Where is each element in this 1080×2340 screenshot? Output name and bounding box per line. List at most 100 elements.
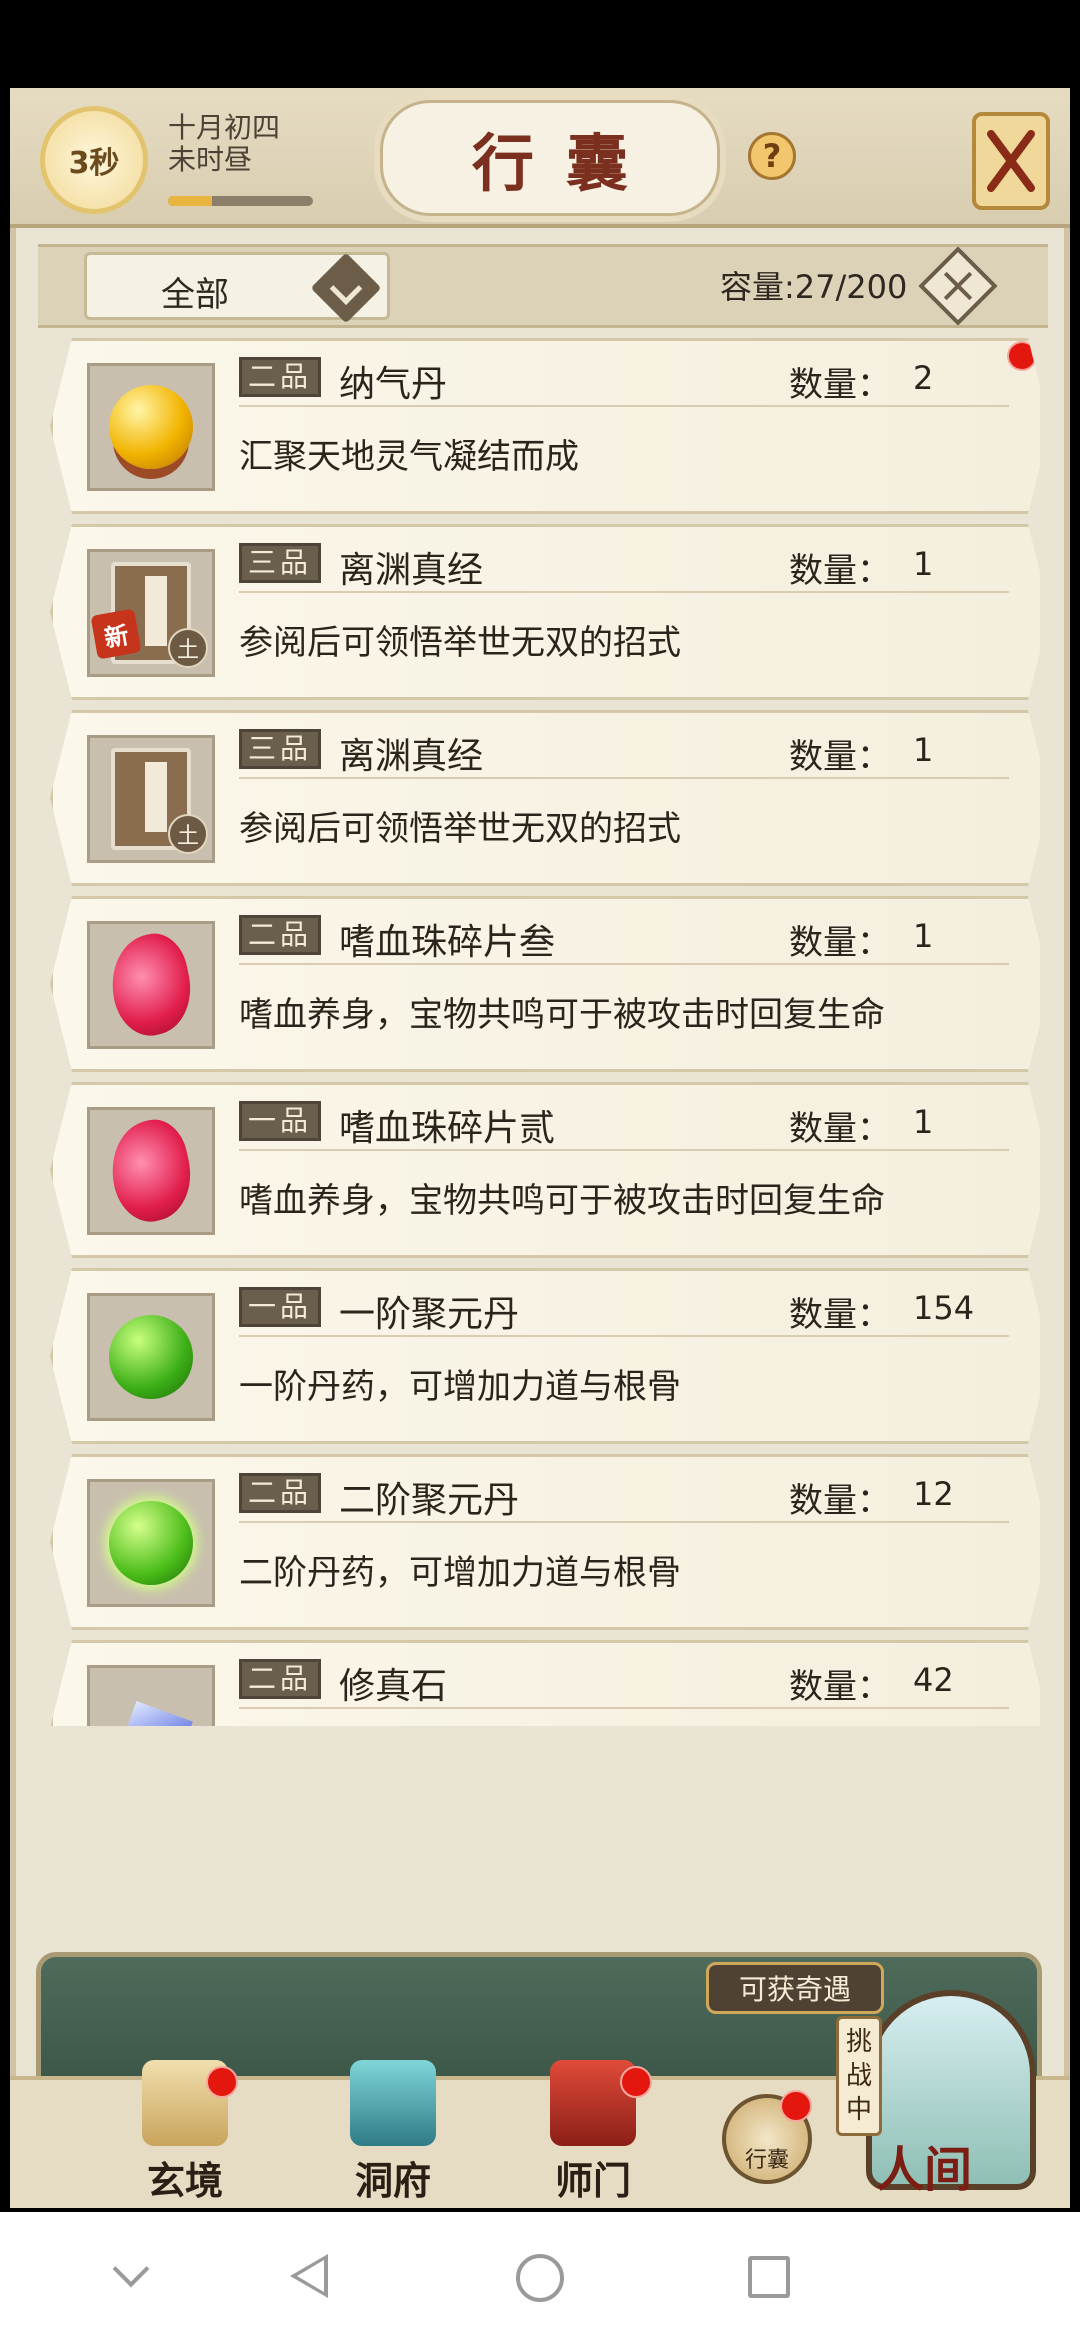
category-selected: 全部 (161, 275, 229, 315)
item-name: 纳气丹 (339, 364, 448, 405)
item-list[interactable]: 二品 纳气丹 数量： 2 汇聚天地灵气凝结而成 新 土 三品 离渊真经 数量： … (40, 338, 1040, 1726)
quantity-label: 数量： (789, 1667, 891, 1707)
notification-dot (206, 2066, 238, 2098)
item-description: 嗜血养身，宝物共鸣可于被攻击时回复生命 (239, 1181, 885, 1221)
scripture-book-icon: 新 土 (87, 549, 215, 677)
divider (239, 591, 1009, 593)
date-line-1: 十月初四 (168, 111, 281, 144)
recent-apps-icon[interactable] (748, 2256, 790, 2298)
item-grade: 三品 (239, 543, 322, 583)
item-name: 嗜血珠碎片贰 (339, 1108, 556, 1149)
list-item[interactable]: 新 土 三品 离渊真经 数量： 1 参阅后可领悟举世无双的招式 (50, 524, 1040, 700)
quantity-value: 1 (913, 1103, 934, 1141)
list-item[interactable]: 土 三品 离渊真经 数量： 1 参阅后可领悟举世无双的招式 (50, 710, 1040, 886)
time-progress-bar (168, 196, 313, 206)
notification-dot (620, 2066, 652, 2098)
divider (239, 1521, 1009, 1523)
close-icon (987, 130, 1035, 192)
list-item[interactable]: 二品 二阶聚元丹 数量： 12 二阶丹药，可增加力道与根骨 (50, 1454, 1040, 1630)
list-item[interactable]: 一品 嗜血珠碎片贰 数量： 1 嗜血养身，宝物共鸣可于被攻击时回复生命 (50, 1082, 1040, 1258)
nav-label: 洞府 (354, 2158, 431, 2203)
timer-text: 3秒 (68, 146, 120, 181)
divider (239, 777, 1009, 779)
challenge-tag: 挑战中 (836, 2016, 882, 2136)
quantity-value: 2 (913, 359, 934, 397)
page-title-plate: 行囊 (380, 100, 720, 216)
item-grade: 二品 (239, 1473, 322, 1513)
list-item[interactable]: 二品 修真石 数量： 42 (50, 1640, 1040, 1726)
time-progress-fill (168, 196, 212, 206)
nav-label: 玄境 (146, 2158, 223, 2203)
item-name: 离渊真经 (339, 550, 484, 591)
quantity-label: 数量： (789, 1295, 891, 1335)
quantity-label: 数量： (789, 551, 891, 591)
date-line-2: 未时昼 (168, 143, 253, 176)
quantity-label: 数量： (789, 1109, 891, 1149)
quantity-label: 数量： (789, 923, 891, 963)
scripture-book-icon: 土 (87, 735, 215, 863)
element-badge: 土 (168, 814, 208, 854)
home-icon[interactable] (516, 2254, 564, 2302)
divider (239, 963, 1009, 965)
item-grade: 一品 (239, 1287, 322, 1327)
notification-dot (780, 2090, 812, 2122)
new-badge: 新 (90, 608, 142, 660)
divider (239, 1335, 1009, 1337)
blood-shard-icon (87, 1107, 215, 1235)
timer-badge[interactable]: 3秒 (40, 106, 148, 214)
item-description: 二阶丹药，可增加力道与根骨 (239, 1553, 681, 1593)
category-dropdown[interactable]: 全部 (84, 252, 390, 324)
quantity-value: 154 (913, 1289, 975, 1327)
world-label: 人间 (876, 2142, 973, 2198)
pavilion-icon (350, 2060, 436, 2146)
item-name: 嗜血珠碎片叁 (339, 922, 556, 963)
chevron-down-icon (310, 252, 382, 324)
quantity-label: 数量： (789, 365, 891, 405)
item-grade: 一品 (239, 1101, 322, 1141)
game-date: 十月初四 未时昼 (168, 112, 280, 176)
nav-label: 师门 (554, 2158, 631, 2203)
quantity-label: 数量： (789, 737, 891, 777)
help-icon: ? (762, 137, 782, 175)
nav-dongfu-button[interactable]: 洞府 (328, 2060, 458, 2210)
item-description: 一阶丹药，可增加力道与根骨 (239, 1367, 681, 1407)
item-grade: 二品 (239, 1659, 322, 1699)
back-icon[interactable] (290, 2254, 328, 2298)
divider (239, 1149, 1009, 1151)
item-grade: 二品 (239, 357, 322, 397)
nav-label: 行囊 (744, 2148, 789, 2173)
divider (239, 405, 1009, 407)
quantity-value: 1 (913, 917, 934, 955)
quantity-value: 1 (913, 545, 934, 583)
element-badge: 土 (168, 628, 208, 668)
blood-shard-icon (87, 921, 215, 1049)
help-button[interactable]: ? (748, 132, 796, 180)
item-description: 嗜血养身，宝物共鸣可于被攻击时回复生命 (239, 995, 885, 1035)
glowing-green-pill-icon (87, 1479, 215, 1607)
status-bar (0, 0, 1080, 88)
quantity-value: 42 (913, 1661, 954, 1699)
quantity-value: 1 (913, 731, 934, 769)
notification-dot (1007, 341, 1037, 371)
item-name: 二阶聚元丹 (339, 1480, 520, 1521)
page-title: 行囊 (471, 127, 660, 200)
quantity-label: 数量： (789, 1481, 891, 1521)
adventure-tag: 可获奇遇 (706, 1962, 884, 2014)
close-button[interactable] (972, 112, 1050, 210)
quantity-value: 12 (913, 1475, 954, 1513)
green-pill-icon (87, 1293, 215, 1421)
golden-pill-icon (87, 363, 215, 491)
item-name: 离渊真经 (339, 736, 484, 777)
item-description: 参阅后可领悟举世无双的招式 (239, 809, 681, 849)
list-item[interactable]: 二品 纳气丹 数量： 2 汇聚天地灵气凝结而成 (50, 338, 1040, 514)
item-description: 参阅后可领悟举世无双的招式 (239, 623, 681, 663)
item-grade: 二品 (239, 915, 322, 955)
item-grade: 三品 (239, 729, 322, 769)
crystal-icon (87, 1665, 215, 1726)
list-item[interactable]: 二品 嗜血珠碎片叁 数量： 1 嗜血养身，宝物共鸣可于被攻击时回复生命 (50, 896, 1040, 1072)
item-name: 一阶聚元丹 (339, 1294, 520, 1335)
capacity-text: 容量:27/200 (720, 268, 908, 306)
list-item[interactable]: 一品 一阶聚元丹 数量： 154 一阶丹药，可增加力道与根骨 (50, 1268, 1040, 1444)
item-description: 汇聚天地灵气凝结而成 (239, 437, 579, 477)
item-name: 修真石 (339, 1666, 448, 1707)
